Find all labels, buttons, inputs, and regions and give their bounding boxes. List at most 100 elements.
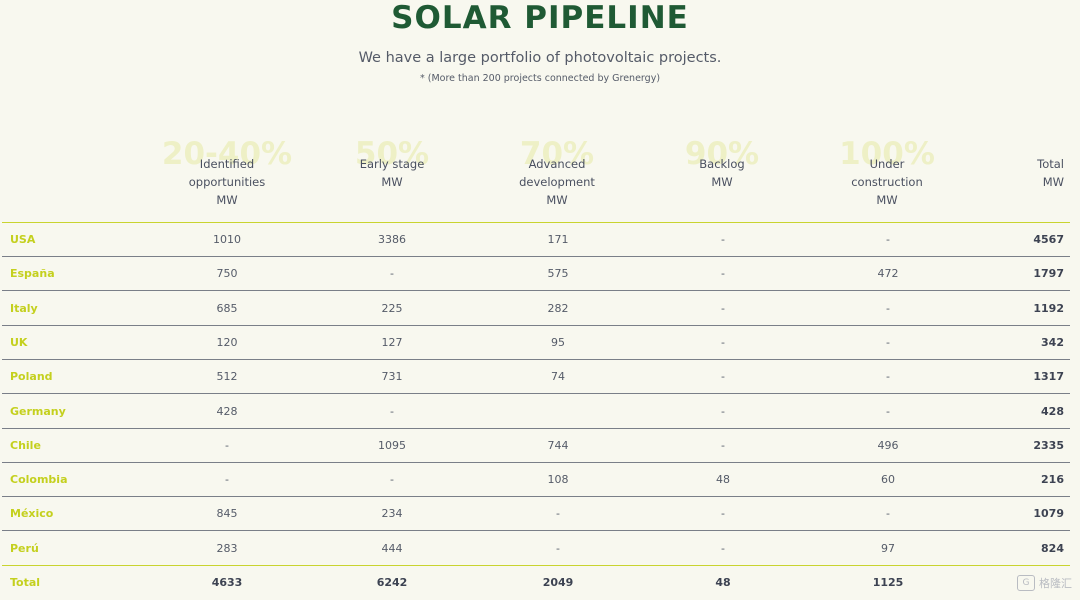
cell-backlog: - [721,301,725,315]
column-label: Identified opportunities MW [188,157,266,207]
cell-identified-opportunities: - [225,438,229,452]
cell-early-stage: - [390,473,394,487]
cell-advanced-development: 2049 [542,576,574,589]
cell-under-construction: - [886,370,890,384]
table-row: USA 1010 3386 171 - - 4567 [2,223,1070,257]
cell-under-construction: 472 [877,267,899,281]
cell-total: 824 [1041,541,1064,555]
col-early-stage: 50% Early stage MW [332,136,452,191]
country-name: Perú [10,541,39,555]
cell-under-construction: - [886,335,890,349]
cell-advanced-development: 108 [547,473,569,487]
col-advanced-development: 70% Advanced development MW [497,136,617,209]
cell-under-construction: 1125 [872,576,904,589]
page-subtitle: We have a large portfolio of photovoltai… [358,50,722,66]
cell-advanced-development: - [556,541,560,555]
country-name: USA [10,233,36,246]
cell-identified-opportunities: 750 [216,267,238,281]
table-row: México 845 234 - - - 1079 [2,497,1070,532]
gelonghui-logo-icon: G [1017,575,1035,591]
table-row: Perú 283 444 - - 97 824 [2,532,1070,566]
cell-advanced-development: 282 [547,301,569,315]
cell-backlog: - [721,335,725,349]
cell-identified-opportunities: 120 [216,335,238,349]
cell-advanced-development: 95 [551,335,565,349]
cell-backlog: - [721,233,725,246]
cell-total: 1797 [1033,267,1064,281]
country-name: España [10,267,55,281]
cell-total: 1192 [1033,301,1064,315]
cell-backlog: - [721,370,725,384]
col-identified-opportunities: 20-40% Identified opportunities MW [162,136,292,209]
country-name: Germany [10,404,66,418]
country-name: Italy [10,301,38,315]
country-name: Colombia [10,473,68,487]
cell-identified-opportunities: 283 [216,541,238,555]
cell-early-stage: 6242 [376,576,408,589]
watermark: G 格隆汇 [1017,575,1072,591]
column-label: Backlog MW [699,157,745,189]
cell-advanced-development: 575 [547,267,569,281]
table-row: Chile - 1095 744 - 496 2335 [2,429,1070,463]
cell-identified-opportunities: 512 [216,370,238,384]
cell-identified-opportunities: 4633 [211,576,243,589]
cell-early-stage: - [390,404,394,418]
col-total: Total MW [964,155,1064,191]
cell-early-stage: 731 [381,370,403,384]
cell-advanced-development [498,395,618,428]
country-name: UK [10,335,28,349]
cell-backlog: - [721,541,725,555]
cell-under-construction: - [886,233,890,246]
cell-advanced-development: 171 [547,233,569,246]
country-name: Chile [10,438,41,452]
cell-total: 4567 [1033,233,1064,246]
cell-early-stage: 444 [381,541,403,555]
cell-total: 1079 [1033,507,1064,521]
col-under-construction: 100% Under construction MW [827,136,947,209]
cell-under-construction: - [886,507,890,521]
cell-total: 428 [1041,404,1064,418]
cell-advanced-development: 74 [551,370,565,384]
cell-early-stage: - [390,267,394,281]
cell-identified-opportunities: 685 [216,301,238,315]
column-label: Under construction MW [851,157,923,207]
cell-early-stage: 234 [381,507,403,521]
cell-identified-opportunities: 1010 [213,233,241,246]
country-name: México [10,507,54,521]
cell-early-stage: 1095 [378,438,406,452]
total-row: Total 4633 6242 2049 48 1125 [2,566,1070,600]
cell-under-construction: - [886,301,890,315]
cell-under-construction: 60 [881,473,895,487]
cell-backlog: - [721,507,725,521]
cell-early-stage: 225 [381,301,403,315]
cell-early-stage: 3386 [378,233,406,246]
cell-backlog: 48 [715,576,731,589]
cell-advanced-development: - [556,507,560,521]
total-label: Total [10,576,41,589]
cell-backlog: 48 [716,473,730,487]
cell-under-construction: - [886,404,890,418]
cell-total: 216 [1041,473,1064,487]
column-label: Advanced development MW [519,157,595,207]
table-row: UK 120 127 95 - - 342 [2,326,1070,360]
cell-identified-opportunities: - [225,473,229,487]
cell-advanced-development: 744 [547,438,569,452]
country-name: Poland [10,370,53,384]
page-title: SOLAR PIPELINE [391,0,689,36]
watermark-text: 格隆汇 [1039,577,1072,590]
cell-under-construction: 496 [877,438,899,452]
table-row: Germany 428 - - - 428 [2,395,1070,429]
cell-backlog: - [721,438,725,452]
footnote: * (More than 200 projects connected by G… [419,73,661,84]
cell-backlog: - [721,267,725,281]
table-row: España 750 - 575 - 472 1797 [2,257,1070,292]
table-row: Poland 512 731 74 - - 1317 [2,360,1070,395]
column-label: Early stage MW [359,157,425,189]
cell-total: 2335 [1033,438,1064,452]
table-row: Colombia - - 108 48 60 216 [2,463,1070,498]
cell-under-construction: 97 [881,541,895,555]
table-row: Italy 685 225 282 - - 1192 [2,292,1070,326]
cell-total: 342 [1041,335,1064,349]
cell-backlog: - [721,404,725,418]
col-backlog: 90% Backlog MW [662,136,782,191]
